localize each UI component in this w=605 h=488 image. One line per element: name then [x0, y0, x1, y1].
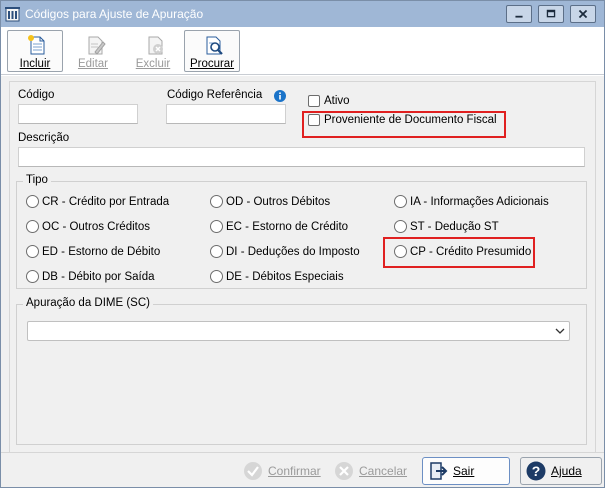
cancelar-button[interactable]: Cancelar — [328, 457, 410, 485]
delete-document-icon — [148, 36, 163, 55]
radio-de-label: DE - Débitos Especiais — [226, 270, 344, 283]
radio-button[interactable] — [210, 245, 223, 258]
incluir-label: Incluir — [19, 58, 51, 70]
radio-ed-label: ED - Estorno de Débito — [42, 245, 161, 258]
confirmar-button[interactable]: Confirmar — [237, 457, 323, 485]
radio-button[interactable] — [26, 220, 39, 233]
form-area: Código Código Referência Ativo Provenien… — [1, 76, 604, 453]
radio-od[interactable]: OD - Outros Débitos — [210, 195, 330, 208]
radio-button[interactable] — [210, 220, 223, 233]
radio-button[interactable] — [26, 245, 39, 258]
edit-document-icon — [88, 36, 106, 55]
ativo-label: Ativo — [324, 95, 350, 107]
help-icon: ? — [526, 461, 546, 481]
tipo-label: Tipo — [23, 174, 51, 186]
chevron-down-icon — [555, 328, 565, 334]
codigo-referencia-input[interactable] — [166, 104, 286, 124]
cancelar-label: Cancelar — [359, 464, 408, 478]
excluir-label: Excluir — [135, 58, 171, 70]
codigo-referencia-label: Código Referência — [167, 89, 263, 101]
radio-db-label: DB - Débito por Saída — [42, 270, 155, 283]
radio-db[interactable]: DB - Débito por Saída — [26, 270, 155, 283]
minimize-button[interactable] — [506, 5, 532, 23]
incluir-button[interactable]: Incluir — [7, 30, 63, 72]
exit-door-icon — [430, 462, 448, 480]
descricao-input[interactable] — [18, 147, 585, 167]
codigo-input[interactable] — [18, 104, 138, 124]
close-icon — [578, 9, 588, 19]
radio-button[interactable] — [210, 195, 223, 208]
editar-label: Editar — [77, 58, 109, 70]
app-icon — [5, 7, 20, 22]
close-button[interactable] — [570, 5, 596, 23]
radio-ia[interactable]: IA - Informações Adicionais — [394, 195, 549, 208]
radio-oc-label: OC - Outros Créditos — [42, 220, 150, 233]
window-title: Códigos para Ajuste de Apuração — [25, 7, 204, 21]
radio-button[interactable] — [394, 195, 407, 208]
radio-button[interactable] — [210, 270, 223, 283]
radio-button[interactable] — [26, 195, 39, 208]
radio-od-label: OD - Outros Débitos — [226, 195, 331, 208]
maximize-button[interactable] — [538, 5, 564, 23]
radio-button[interactable] — [26, 270, 39, 283]
sair-label: Sair — [453, 464, 475, 478]
radio-cr[interactable]: CR - Crédito por Entrada — [26, 195, 169, 208]
radio-cr-label: CR - Crédito por Entrada — [42, 195, 170, 208]
proveniente-highlight-box — [302, 111, 506, 138]
new-document-icon — [28, 35, 45, 55]
minimize-icon — [515, 15, 523, 18]
radio-ed[interactable]: ED - Estorno de Débito — [26, 245, 160, 258]
radio-ec[interactable]: EC - Estorno de Crédito — [210, 220, 348, 233]
bottom-bar: Confirmar Cancelar Sair ? Ajuda — [1, 452, 604, 487]
descricao-label: Descrição — [18, 132, 70, 144]
procurar-label: Procurar — [189, 58, 235, 70]
ativo-checkbox-row[interactable]: Ativo — [308, 95, 350, 107]
maximize-icon — [546, 9, 556, 18]
procurar-button[interactable]: Procurar — [184, 30, 240, 72]
dime-select[interactable] — [27, 321, 570, 341]
ajuda-button[interactable]: ? Ajuda — [520, 457, 602, 485]
editar-button[interactable]: Editar — [65, 30, 121, 72]
toolbar: Incluir Editar Excluir Procurar — [1, 27, 604, 75]
check-icon — [244, 462, 262, 480]
confirmar-label: Confirmar — [268, 464, 321, 478]
form-panel: Código Código Referência Ativo Provenien… — [9, 81, 596, 453]
radio-button[interactable] — [394, 220, 407, 233]
radio-di[interactable]: DI - Deduções do Imposto — [210, 245, 360, 258]
info-icon[interactable] — [274, 90, 286, 102]
radio-oc[interactable]: OC - Outros Créditos — [26, 220, 150, 233]
radio-st[interactable]: ST - Dedução ST — [394, 220, 499, 233]
ajuda-label: Ajuda — [551, 464, 582, 478]
cancel-icon — [335, 462, 353, 480]
codigo-label: Código — [18, 89, 55, 101]
svg-text:?: ? — [532, 463, 541, 479]
radio-de[interactable]: DE - Débitos Especiais — [210, 270, 344, 283]
radio-ia-label: IA - Informações Adicionais — [410, 195, 549, 208]
ativo-checkbox[interactable] — [308, 95, 320, 107]
sair-button[interactable]: Sair — [422, 457, 510, 485]
cp-highlight-box — [383, 237, 535, 268]
dime-label: Apuração da DIME (SC) — [23, 297, 153, 309]
radio-st-label: ST - Dedução ST — [410, 220, 499, 233]
title-bar[interactable]: Códigos para Ajuste de Apuração — [1, 1, 604, 27]
excluir-button[interactable]: Excluir — [125, 30, 181, 72]
main-window: Códigos para Ajuste de Apuração Incluir — [0, 0, 605, 488]
radio-ec-label: EC - Estorno de Crédito — [226, 220, 349, 233]
radio-di-label: DI - Deduções do Imposto — [226, 245, 360, 258]
search-document-icon — [206, 36, 223, 55]
